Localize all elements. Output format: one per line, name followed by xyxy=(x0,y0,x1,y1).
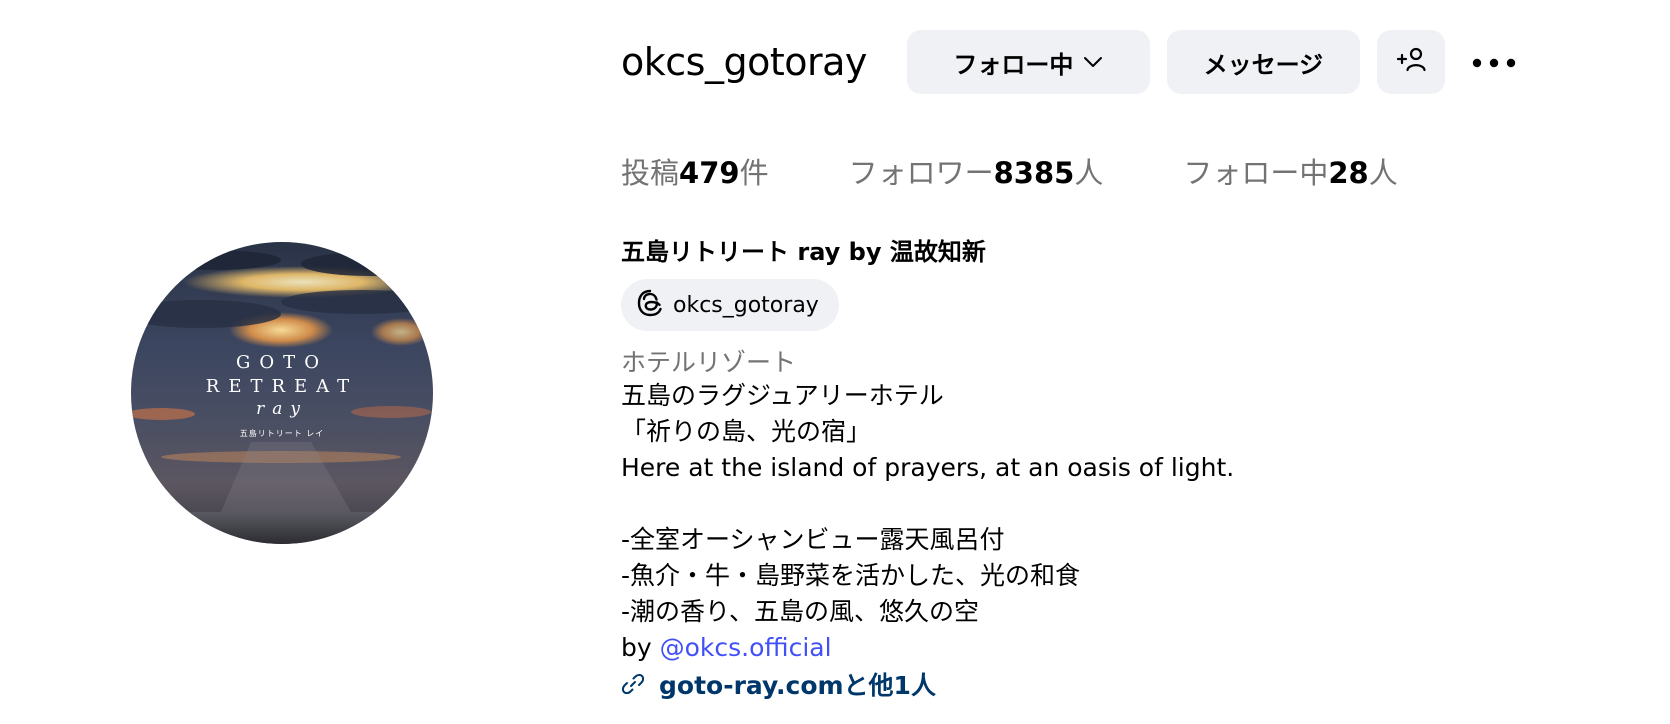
threads-badge[interactable]: okcs_gotoray xyxy=(621,279,839,331)
bio-line: -全室オーシャンビュー露天風呂付 xyxy=(621,525,1005,554)
message-button-label: メッセージ xyxy=(1203,50,1324,79)
avatar-logo-line2: RETREAT xyxy=(206,376,358,397)
posts-suffix: 件 xyxy=(739,156,769,190)
following-suffix: 人 xyxy=(1368,156,1398,190)
bio-line: -魚介・牛・島野菜を活かした、光の和食 xyxy=(621,561,1081,590)
more-options-button[interactable] xyxy=(1469,30,1519,94)
followers-number: 8385 xyxy=(993,156,1075,190)
bio-line: Here at the island of prayers, at an oas… xyxy=(621,453,1235,482)
add-user-icon xyxy=(1395,45,1427,79)
link-icon xyxy=(621,672,645,696)
followers-count[interactable]: フォロワー8385人 xyxy=(849,150,1104,192)
external-link-text: goto-ray.comと他1人 xyxy=(659,671,936,700)
bio-line-blank xyxy=(621,486,1234,522)
avatar-logo-line4: 五島リトリート レイ xyxy=(240,428,325,438)
mention-link[interactable]: @okcs.official xyxy=(660,633,832,662)
profile-stats: 投稿479件 フォロワー8385人 フォロー中28人 xyxy=(621,150,1398,192)
profile-display-name: 五島リトリート ray by 温故知新 xyxy=(621,238,986,266)
posts-number: 479 xyxy=(679,156,740,190)
following-prefix: フォロー中 xyxy=(1183,156,1329,190)
add-user-button[interactable] xyxy=(1376,30,1445,94)
message-button[interactable]: メッセージ xyxy=(1166,30,1360,94)
avatar[interactable]: GOTO RETREAT ray 五島リトリート レイ xyxy=(131,242,433,544)
avatar-logo-line3: ray xyxy=(256,399,308,419)
profile-page: GOTO RETREAT ray 五島リトリート レイ okcs_gotoray… xyxy=(0,0,1670,724)
avatar-logo-line1: GOTO xyxy=(236,352,328,373)
profile-header: okcs_gotoray フォロー中 メッセージ xyxy=(621,30,1519,94)
bio-line: 「祈りの島、光の宿」 xyxy=(621,417,872,446)
bio-text: 五島のラグジュアリーホテル 「祈りの島、光の宿」 Here at the isl… xyxy=(621,378,1234,666)
following-button-label: フォロー中 xyxy=(953,50,1074,79)
threads-icon xyxy=(635,288,665,322)
following-count[interactable]: フォロー中28人 xyxy=(1183,150,1397,192)
bio-line: -潮の香り、五島の風、悠久の空 xyxy=(621,597,980,626)
external-link[interactable]: goto-ray.comと他1人 xyxy=(621,666,936,702)
username: okcs_gotoray xyxy=(621,40,867,84)
followers-suffix: 人 xyxy=(1074,156,1104,190)
avatar-image: GOTO RETREAT ray 五島リトリート レイ xyxy=(131,242,433,544)
bio-by-line: by @okcs.official xyxy=(621,630,1234,666)
bio-line: 五島のラグジュアリーホテル xyxy=(621,381,944,410)
chevron-down-icon xyxy=(1083,56,1103,68)
following-number: 28 xyxy=(1328,156,1369,190)
by-prefix: by xyxy=(621,633,660,662)
followers-prefix: フォロワー xyxy=(848,156,994,190)
profile-category: ホテルリゾート xyxy=(621,348,797,377)
posts-prefix: 投稿 xyxy=(621,156,680,190)
posts-count: 投稿479件 xyxy=(621,150,769,192)
more-options-icon xyxy=(1472,53,1516,72)
threads-handle: okcs_gotoray xyxy=(673,292,819,318)
following-button[interactable]: フォロー中 xyxy=(906,30,1150,94)
